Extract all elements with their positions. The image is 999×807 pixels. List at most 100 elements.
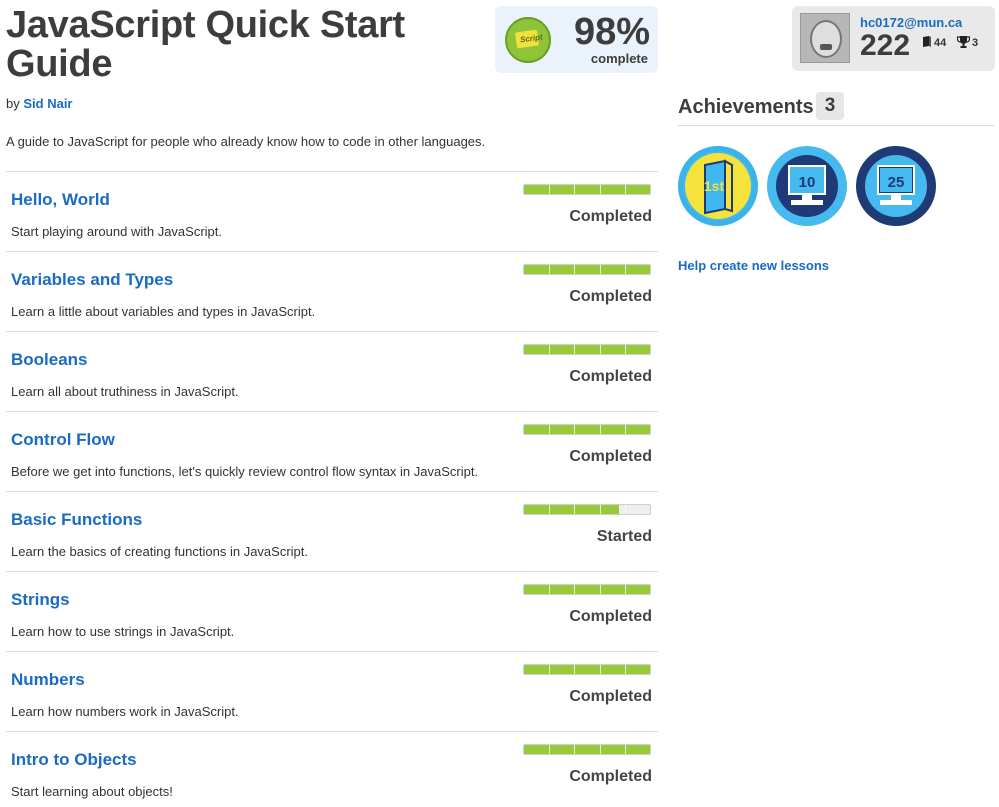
byline: by Sid Nair	[6, 96, 72, 111]
progress-percent: 98%	[573, 11, 650, 53]
first-badge-label: 1st	[704, 178, 725, 194]
achievements-count-badge: 3	[816, 92, 844, 120]
lesson-description: Start playing around with JavaScript.	[11, 224, 222, 239]
lesson-item: Basic Functions Started Learn the basics…	[6, 491, 658, 571]
lesson-progress-fill	[524, 265, 650, 274]
progress-segment-divider	[574, 265, 576, 274]
user-card: hc0172@mun.ca 222 44 3	[792, 6, 995, 71]
progress-segment-divider	[599, 505, 601, 514]
progress-segment-divider	[574, 585, 576, 594]
lesson-status: Completed	[569, 608, 652, 625]
lesson-item: Strings Completed Learn how to use strin…	[6, 571, 658, 651]
avatar-face	[810, 20, 842, 58]
lesson-title-link[interactable]: Intro to Objects	[11, 750, 137, 770]
lesson-progress-fill	[524, 345, 650, 354]
lesson-status: Completed	[569, 288, 652, 305]
achievements-title: Achievements	[678, 96, 814, 118]
lesson-progress-fill	[524, 425, 650, 434]
lesson-title-link[interactable]: Hello, World	[11, 190, 110, 210]
course-badge-text: Script	[519, 32, 544, 45]
author-link[interactable]: Sid Nair	[23, 96, 72, 111]
first-lesson-book-icon: 1st	[685, 153, 751, 219]
lesson-status: Completed	[569, 368, 652, 385]
progress-segment-divider	[599, 345, 601, 354]
progress-segment-divider	[599, 585, 601, 594]
user-email-link[interactable]: hc0172@mun.ca	[860, 15, 962, 30]
lesson-description: Learn how numbers work in JavaScript.	[11, 704, 239, 719]
progress-segment-divider	[549, 265, 551, 274]
byline-prefix: by	[6, 96, 20, 111]
trophies-stat: 3	[956, 36, 978, 49]
progress-segment-divider	[549, 585, 551, 594]
lesson-title-link[interactable]: Variables and Types	[11, 270, 173, 290]
help-create-lessons-link[interactable]: Help create new lessons	[678, 258, 829, 273]
sidebar: hc0172@mun.ca 222 44 3 Achievements 3 1s…	[678, 0, 995, 807]
lesson-item: Numbers Completed Learn how numbers work…	[6, 651, 658, 731]
progress-segment-divider	[549, 425, 551, 434]
progress-segment-divider	[624, 745, 626, 754]
lesson-progress-fill	[524, 505, 619, 514]
course-description: A guide to JavaScript for people who alr…	[6, 134, 486, 149]
lesson-item: Variables and Types Completed Learn a li…	[6, 251, 658, 331]
progress-segment-divider	[624, 265, 626, 274]
progress-segment-divider	[549, 185, 551, 194]
progress-segment-divider	[574, 745, 576, 754]
progress-segment-divider	[574, 425, 576, 434]
lessons-count: 44	[934, 37, 947, 49]
lesson-progress-bar	[523, 184, 651, 195]
progress-segment-divider	[624, 185, 626, 194]
lesson-progress-bar	[523, 744, 651, 755]
progress-segment-divider	[624, 425, 626, 434]
lesson-progress-bar	[523, 504, 651, 515]
lesson-title-link[interactable]: Strings	[11, 590, 70, 610]
progress-segment-divider	[624, 585, 626, 594]
progress-segment-divider	[574, 665, 576, 674]
lesson-title-link[interactable]: Booleans	[11, 350, 88, 370]
lesson-status: Completed	[569, 448, 652, 465]
trophy-icon	[956, 36, 971, 48]
lesson-progress-fill	[524, 185, 650, 194]
lesson-progress-bar	[523, 584, 651, 595]
progress-label: complete	[590, 51, 648, 66]
lesson-item: Hello, World Completed Start playing aro…	[6, 171, 658, 251]
avatar[interactable]	[800, 13, 850, 63]
progress-segment-divider	[549, 345, 551, 354]
lesson-progress-bar	[523, 664, 651, 675]
lesson-item: Booleans Completed Learn all about truth…	[6, 331, 658, 411]
javascript-course-icon: Script	[505, 17, 551, 63]
achievement-badges: 1st 10 25	[678, 146, 994, 226]
lesson-progress-fill	[524, 665, 650, 674]
lesson-progress-bar	[523, 264, 651, 275]
book-icon	[923, 36, 931, 47]
lesson-title-link[interactable]: Numbers	[11, 670, 85, 690]
progress-segment-divider	[574, 345, 576, 354]
lesson-progress-fill	[524, 585, 650, 594]
user-points: 222	[860, 29, 911, 62]
progress-segment-divider	[574, 185, 576, 194]
progress-segment-divider	[549, 745, 551, 754]
lesson-status: Started	[596, 528, 652, 545]
progress-segment-divider	[549, 505, 551, 514]
lesson-description: Learn a little about variables and types…	[11, 304, 316, 319]
lesson-progress-bar	[523, 344, 651, 355]
progress-segment-divider	[574, 505, 576, 514]
achievements-header: Achievements 3	[678, 92, 994, 126]
progress-segment-divider	[599, 185, 601, 194]
progress-segment-divider	[599, 265, 601, 274]
lesson-title-link[interactable]: Control Flow	[11, 430, 115, 450]
lesson-list: Hello, World Completed Start playing aro…	[6, 171, 658, 807]
ten-lessons-badge[interactable]: 10	[767, 146, 847, 226]
lesson-description: Learn how to use strings in JavaScript.	[11, 624, 235, 639]
lesson-status: Completed	[569, 688, 652, 705]
ten-badge-label: 10	[799, 174, 816, 191]
progress-segment-divider	[624, 665, 626, 674]
progress-segment-divider	[549, 665, 551, 674]
progress-segment-divider	[599, 745, 601, 754]
twenty-five-lessons-badge[interactable]: 25	[856, 146, 936, 226]
lesson-progress-fill	[524, 745, 650, 754]
first-lesson-badge[interactable]: 1st	[678, 146, 758, 226]
monitor-10-icon: 10	[776, 155, 838, 217]
monitor-25-icon: 25	[865, 155, 927, 217]
lesson-title-link[interactable]: Basic Functions	[11, 510, 142, 530]
twenty-five-badge-label: 25	[888, 174, 905, 191]
